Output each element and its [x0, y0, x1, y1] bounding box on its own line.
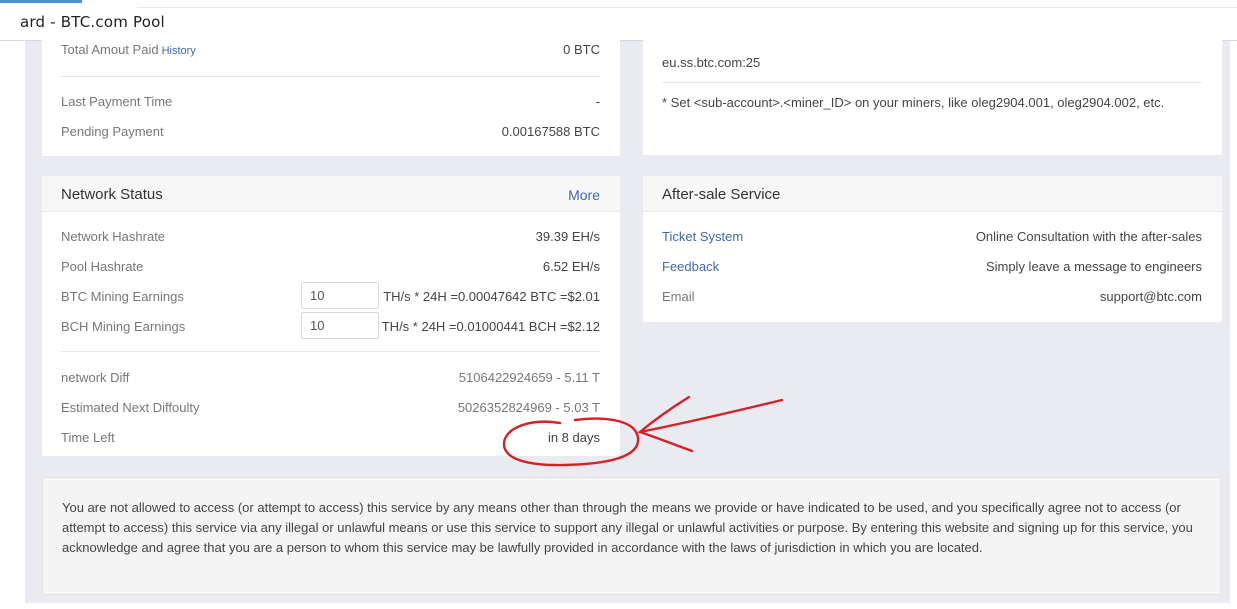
sub-account-note: * Set <sub-account>.<miner_ID> on your m…	[662, 95, 1165, 110]
btc-earnings-result: TH/s * 24H =0.00047642 BTC =$2.01	[383, 289, 600, 304]
email-label: Email	[662, 289, 695, 304]
history-link[interactable]: History	[162, 45, 196, 57]
feedback-link[interactable]: Feedback	[662, 259, 719, 274]
next-diff-row: Estimated Next Diffoulty 5026352824969 -…	[61, 400, 600, 420]
time-left-value: in 8 days	[547, 430, 600, 445]
network-diff-label: network Diff	[61, 370, 130, 385]
next-diff-label: Estimated Next Diffoulty	[61, 400, 200, 415]
ticket-system-description: Online Consultation with the after-sales	[975, 229, 1202, 244]
last-payment-row: Last Payment Time -	[61, 94, 600, 114]
pool-hashrate-value: 6.52 EH/s	[542, 259, 600, 274]
pending-payment-value: 0.00167588 BTC	[501, 124, 600, 139]
stratum-server-address: eu.ss.btc.com:25	[662, 55, 761, 70]
connection-divider	[662, 82, 1202, 83]
after-sale-header: After-sale Service	[643, 176, 1222, 212]
earnings-divider	[61, 76, 600, 77]
total-paid-value: 0 BTC	[563, 42, 600, 57]
bch-hashrate-input[interactable]	[301, 312, 379, 339]
bch-earnings-label: BCH Mining Earnings	[61, 319, 186, 334]
ticket-row: Ticket System Online Consultation with t…	[662, 229, 1202, 249]
disclaimer-text: You are not allowed to access (or attemp…	[62, 500, 1193, 555]
btc-hashrate-input[interactable]	[301, 282, 379, 309]
earnings-card: Total Amout Paid History 0 BTC Last Payme…	[42, 39, 620, 156]
network-hashrate-row: Network Hashrate 39.39 EH/s	[61, 229, 600, 249]
after-sale-card: After-sale Service Ticket System Online …	[643, 176, 1222, 322]
last-payment-label: Last Payment Time	[61, 94, 173, 109]
total-paid-row: Total Amout Paid History 0 BTC	[61, 42, 600, 62]
active-tab-indicator	[0, 0, 82, 3]
connection-card: eu.ss.btc.com:25 * Set <sub-account>.<mi…	[643, 39, 1222, 155]
bch-earnings-row: BCH Mining Earnings TH/s * 24H =0.010004…	[61, 312, 600, 339]
support-email[interactable]: support@btc.com	[1100, 289, 1202, 304]
network-diff-value: 5106422924659 - 5.11 T	[458, 370, 600, 385]
total-paid-label: Total Amout Paid History	[61, 42, 196, 57]
window-title: ard - BTC.com Pool	[20, 13, 165, 31]
btc-earnings-label: BTC Mining Earnings	[61, 289, 184, 304]
email-row: Email support@btc.com	[662, 289, 1202, 309]
time-left-row: Time Left in 8 days	[61, 430, 600, 450]
pending-payment-row: Pending Payment 0.00167588 BTC	[61, 124, 600, 144]
network-status-title: Network Status	[61, 186, 163, 203]
ticket-system-link[interactable]: Ticket System	[662, 229, 743, 244]
tab-strip-line	[137, 7, 1237, 8]
bch-earnings-result: TH/s * 24H =0.01000441 BCH =$2.12	[381, 319, 600, 334]
legal-disclaimer: You are not allowed to access (or attemp…	[42, 477, 1221, 595]
browser-title-bar: ard - BTC.com Pool	[0, 0, 1237, 41]
time-left-label: Time Left	[61, 430, 115, 445]
network-hashrate-value: 39.39 EH/s	[535, 229, 600, 244]
server-row: eu.ss.btc.com:25	[662, 55, 1202, 75]
network-status-header: Network Status More	[42, 176, 620, 212]
dashboard-content: Total Amout Paid History 0 BTC Last Payme…	[25, 39, 1230, 603]
network-hashrate-label: Network Hashrate	[61, 229, 166, 244]
feedback-row: Feedback Simply leave a message to engin…	[662, 259, 1202, 279]
more-link[interactable]: More	[568, 187, 600, 203]
feedback-description: Simply leave a message to engineers	[985, 259, 1202, 274]
pending-payment-label: Pending Payment	[61, 124, 164, 139]
last-payment-value: -	[595, 94, 600, 109]
after-sale-title: After-sale Service	[662, 186, 781, 203]
network-status-card: Network Status More Network Hashrate 39.…	[42, 176, 620, 456]
next-diff-value: 5026352824969 - 5.03 T	[457, 400, 600, 415]
btc-earnings-row: BTC Mining Earnings TH/s * 24H =0.000476…	[61, 282, 600, 309]
network-diff-row: network Diff 5106422924659 - 5.11 T	[61, 370, 600, 390]
pool-hashrate-row: Pool Hashrate 6.52 EH/s	[61, 259, 600, 279]
network-status-divider	[61, 351, 600, 352]
pool-hashrate-label: Pool Hashrate	[61, 259, 144, 274]
